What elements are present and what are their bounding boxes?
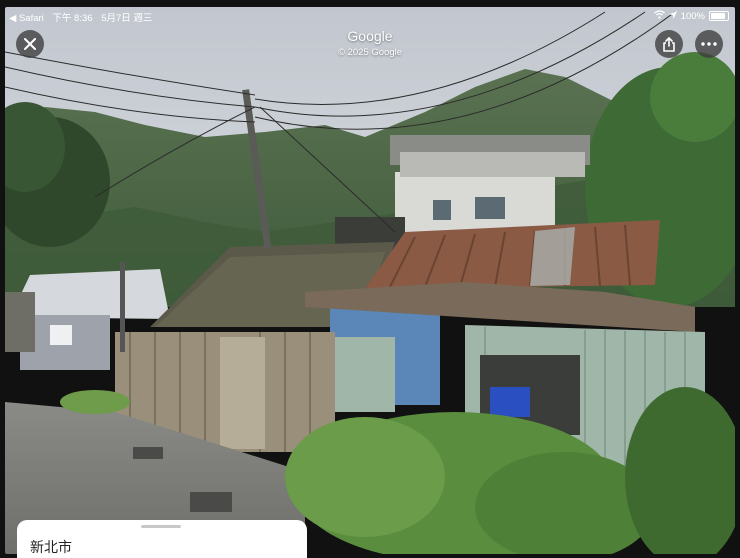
street-view-panorama[interactable] — [5, 7, 735, 554]
location-icon — [668, 10, 677, 22]
copyright-text: © 2025 Google — [337, 47, 403, 58]
wifi-icon — [653, 10, 665, 22]
more-icon — [701, 42, 717, 46]
battery-percent: 100% — [680, 10, 705, 22]
share-button[interactable] — [655, 30, 683, 58]
close-button[interactable] — [16, 30, 44, 58]
close-icon — [24, 38, 36, 50]
sheet-drag-handle[interactable] — [141, 525, 181, 528]
more-button[interactable] — [695, 30, 723, 58]
place-name: 新北市 — [30, 539, 72, 555]
status-time: 下午 8:36 — [52, 13, 93, 24]
page-title: Google — [347, 28, 393, 44]
panorama-image — [5, 7, 735, 554]
status-date: 5月7日 週三 — [101, 13, 153, 24]
share-icon — [663, 36, 675, 52]
title-block: Google © 2025 Google — [270, 28, 470, 58]
back-to-app-link[interactable]: ◀ Safari — [9, 13, 44, 24]
street-view-frame: ◀ Safari 下午 8:36 5月7日 週三 100% Google © 2… — [0, 0, 740, 558]
battery-icon — [709, 11, 729, 21]
place-bottom-sheet[interactable]: 新北市 — [17, 520, 307, 558]
status-bar: ◀ Safari 下午 8:36 5月7日 週三 100% — [5, 7, 735, 24]
